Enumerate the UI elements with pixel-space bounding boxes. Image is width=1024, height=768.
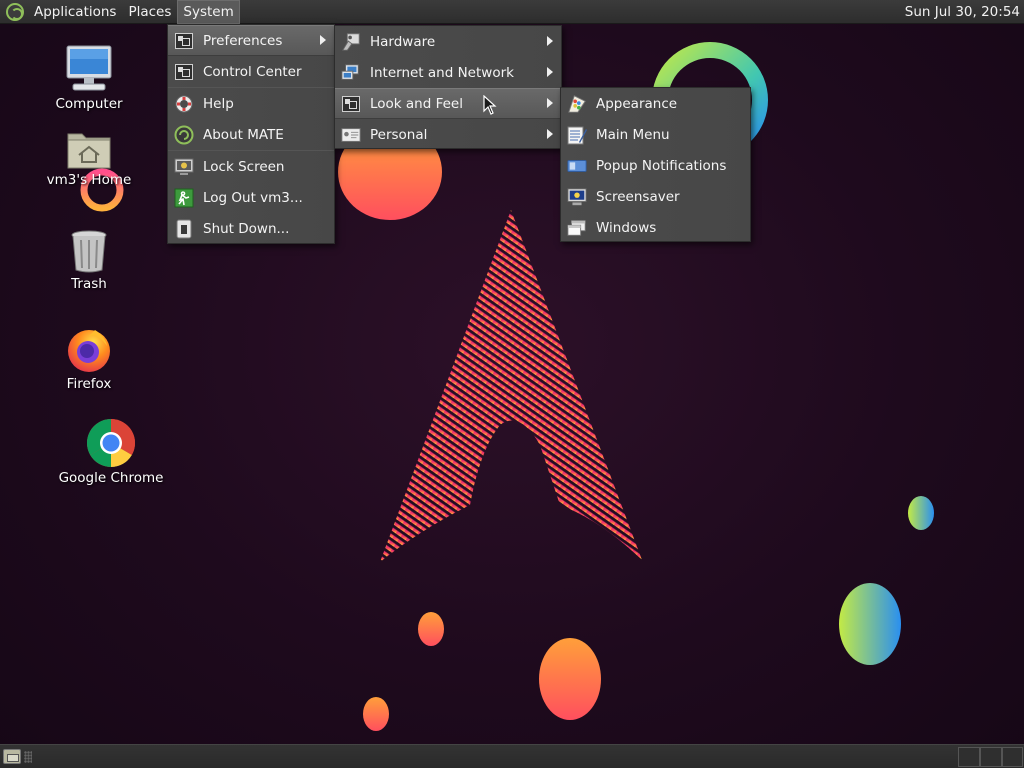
show-desktop-icon[interactable] xyxy=(3,749,21,764)
menu-item-appearance[interactable]: Appearance xyxy=(561,88,750,119)
bottom-panel xyxy=(0,744,1024,768)
desktop-icon-chrome[interactable]: Google Chrome xyxy=(56,418,166,486)
network-icon xyxy=(341,63,361,83)
firefox-icon xyxy=(68,330,110,372)
menu-item-label: Personal xyxy=(370,126,428,143)
system-dropdown-menu: Preferences Control Center Help About MA… xyxy=(167,24,335,244)
menu-item-label: Shut Down... xyxy=(203,220,290,237)
submenu-arrow-icon xyxy=(320,35,326,45)
menu-item-label: Look and Feel xyxy=(370,95,463,112)
menu-item-control-center[interactable]: Control Center xyxy=(168,56,334,87)
chrome-icon xyxy=(86,419,136,468)
menu-item-label: Control Center xyxy=(203,63,302,80)
menu-item-lock-screen[interactable]: Lock Screen xyxy=(168,151,334,182)
help-icon xyxy=(174,94,194,114)
menu-item-label: Popup Notifications xyxy=(596,157,727,174)
submenu-arrow-icon xyxy=(547,36,553,46)
look-and-feel-icon xyxy=(341,94,361,114)
menu-item-label: Internet and Network xyxy=(370,64,514,81)
submenu-arrow-icon xyxy=(547,67,553,77)
menu-item-label: Windows xyxy=(596,219,657,236)
desktop-icon-trash[interactable]: Trash xyxy=(34,228,144,292)
menu-item-label: Lock Screen xyxy=(203,158,285,175)
menu-item-windows[interactable]: Windows xyxy=(561,212,750,243)
submenu-arrow-icon xyxy=(547,98,553,108)
menu-item-about-mate[interactable]: About MATE xyxy=(168,119,334,150)
menu-item-shut-down[interactable]: Shut Down... xyxy=(168,213,334,244)
menu-item-look-and-feel[interactable]: Look and Feel xyxy=(335,88,561,119)
menu-item-label: Hardware xyxy=(370,33,436,50)
trash-icon xyxy=(71,230,107,273)
menu-item-log-out[interactable]: Log Out vm3... xyxy=(168,182,334,213)
menu-item-label: About MATE xyxy=(203,126,284,143)
preferences-submenu: Hardware Internet and Network Look and F… xyxy=(334,25,562,149)
menu-item-label: Log Out vm3... xyxy=(203,189,303,206)
mate-logo-icon[interactable] xyxy=(6,2,24,21)
panel-handle xyxy=(24,751,32,763)
menu-item-help[interactable]: Help xyxy=(168,88,334,119)
workspace-2[interactable] xyxy=(980,747,1002,767)
menu-item-label: Screensaver xyxy=(596,188,680,205)
appearance-icon xyxy=(567,94,587,114)
workspace-3[interactable] xyxy=(1002,747,1023,767)
desktop-icon-home[interactable]: vm3's Home xyxy=(34,128,144,188)
desktop-icon-label: vm3's Home xyxy=(46,172,132,188)
about-mate-icon xyxy=(174,125,194,145)
desktop-icon-label: Google Chrome xyxy=(58,470,164,486)
menu-item-personal[interactable]: Personal xyxy=(335,119,561,150)
main-menu-icon xyxy=(567,125,587,145)
clock[interactable]: Sun Jul 30, 20:54 xyxy=(905,0,1020,24)
menu-item-label: Preferences xyxy=(203,32,283,49)
log-out-icon xyxy=(174,188,194,208)
desktop-icon-label: Trash xyxy=(71,276,107,292)
screensaver-icon xyxy=(567,187,587,207)
system-menu[interactable]: System xyxy=(177,0,240,24)
desktop-icon-label: Computer xyxy=(55,96,123,112)
submenu-arrow-icon xyxy=(547,129,553,139)
menu-item-hardware[interactable]: Hardware xyxy=(335,26,561,57)
lock-screen-icon xyxy=(174,157,194,177)
home-folder-icon xyxy=(67,133,111,169)
shut-down-icon xyxy=(174,219,194,239)
notifications-icon xyxy=(567,156,587,176)
desktop-icon-computer[interactable]: Computer xyxy=(34,44,144,112)
personal-icon xyxy=(341,125,361,145)
look-and-feel-submenu: Appearance Main Menu Popup Notifications… xyxy=(560,87,751,242)
menu-item-main-menu[interactable]: Main Menu xyxy=(561,119,750,150)
top-panel: Applications Places System Sun Jul 30, 2… xyxy=(0,0,1024,24)
workspace-1[interactable] xyxy=(958,747,980,767)
hardware-icon xyxy=(341,32,361,52)
preferences-icon xyxy=(174,31,194,51)
places-menu[interactable]: Places xyxy=(122,0,177,24)
windows-icon xyxy=(567,218,587,238)
menu-item-popup-notifications[interactable]: Popup Notifications xyxy=(561,150,750,181)
menu-item-label: Main Menu xyxy=(596,126,670,143)
control-center-icon xyxy=(174,62,194,82)
menu-item-label: Help xyxy=(203,95,234,112)
desktop-icon-firefox[interactable]: Firefox xyxy=(34,326,144,392)
menu-item-screensaver[interactable]: Screensaver xyxy=(561,181,750,212)
menu-item-preferences[interactable]: Preferences xyxy=(168,25,334,56)
computer-icon xyxy=(66,45,112,91)
menu-item-label: Appearance xyxy=(596,95,678,112)
mouse-cursor-icon xyxy=(483,95,497,115)
menu-item-internet-and-network[interactable]: Internet and Network xyxy=(335,57,561,88)
applications-menu[interactable]: Applications xyxy=(28,0,122,24)
desktop-icon-label: Firefox xyxy=(66,376,112,392)
